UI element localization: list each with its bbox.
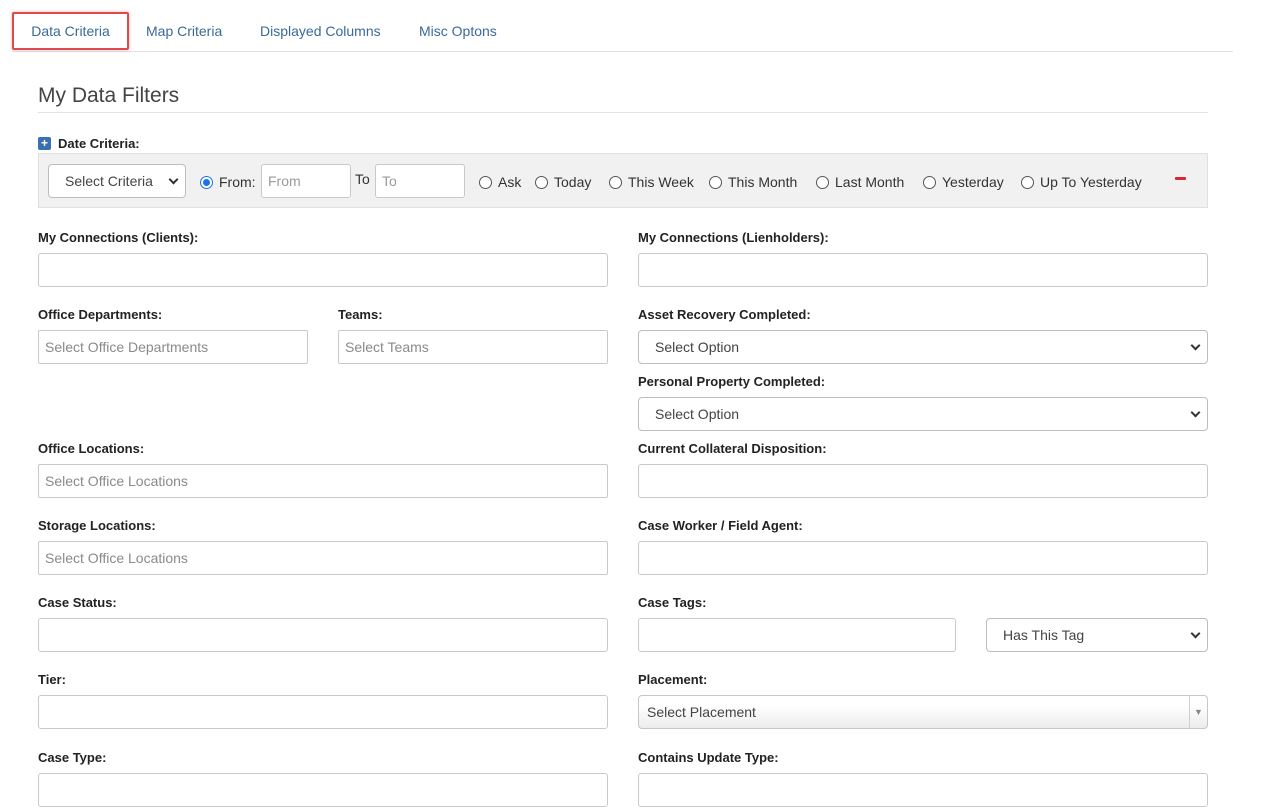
radio-from[interactable]: From: [200, 173, 256, 191]
storage-locations-label: Storage Locations: [38, 518, 156, 533]
radio-this-week[interactable]: This Week [609, 173, 694, 191]
asset-recovery-value: Select Option [655, 339, 740, 355]
teams-label: Teams: [338, 307, 383, 322]
radio-this-week-button[interactable] [609, 175, 622, 189]
placement-label: Placement: [638, 672, 708, 687]
teams-placeholder: Select Teams [345, 339, 429, 355]
date-criteria-label: Date Criteria: [58, 135, 140, 151]
radio-this-month-button[interactable] [709, 175, 722, 189]
storage-locations-placeholder: Select Office Locations [45, 550, 188, 566]
chevron-down-icon [1190, 628, 1201, 638]
placement-value: Select Placement [647, 704, 756, 720]
teams-input[interactable]: Select Teams [338, 330, 608, 364]
expand-plus-icon[interactable]: + [38, 136, 51, 150]
chevron-down-icon [1190, 340, 1201, 350]
radio-ask-button[interactable] [479, 175, 492, 189]
radio-yesterday-label: Yesterday [942, 174, 1004, 190]
to-date-input[interactable]: To [375, 164, 465, 198]
radio-this-month[interactable]: This Month [709, 173, 797, 191]
radio-today[interactable]: Today [535, 173, 591, 191]
storage-locations-input[interactable]: Select Office Locations [38, 541, 608, 575]
radio-up-to-yesterday-button[interactable] [1021, 175, 1034, 189]
tag-mode-value: Has This Tag [1003, 627, 1085, 643]
chevron-down-icon [168, 174, 179, 184]
update-type-input[interactable] [638, 773, 1208, 807]
case-status-label: Case Status: [38, 595, 117, 610]
radio-last-month-label: Last Month [835, 174, 905, 190]
radio-today-label: Today [554, 174, 592, 190]
personal-property-label: Personal Property Completed: [638, 374, 826, 389]
office-locations-label: Office Locations: [38, 441, 145, 456]
criteria-select[interactable]: Select Criteria [48, 164, 186, 198]
case-worker-label: Case Worker / Field Agent: [638, 518, 803, 533]
title-divider [38, 112, 1208, 113]
case-tags-input[interactable] [638, 618, 956, 652]
office-departments-label: Office Departments: [38, 307, 163, 322]
from-label: From: [219, 174, 256, 190]
radio-last-month-button[interactable] [816, 175, 829, 189]
tier-input[interactable] [38, 695, 608, 729]
radio-last-month[interactable]: Last Month [816, 173, 904, 191]
to-label: To [355, 171, 370, 187]
from-date-placeholder: From [268, 173, 301, 189]
personal-property-select[interactable]: Select Option [638, 397, 1208, 431]
case-tags-label: Case Tags: [638, 595, 707, 610]
update-type-label: Contains Update Type: [638, 750, 779, 765]
connections-clients-input[interactable] [38, 253, 608, 287]
page-title: My Data Filters [38, 84, 180, 107]
asset-recovery-label: Asset Recovery Completed: [638, 307, 811, 322]
to-date-placeholder: To [382, 173, 397, 189]
office-locations-input[interactable]: Select Office Locations [38, 464, 608, 498]
chevron-down-icon [1190, 407, 1201, 417]
radio-up-to-yesterday-label: Up To Yesterday [1040, 174, 1142, 190]
radio-today-button[interactable] [535, 175, 548, 189]
collateral-disposition-input[interactable] [638, 464, 1208, 498]
tab-misc-options[interactable]: Misc Optons [419, 12, 497, 50]
office-departments-input[interactable]: Select Office Departments [38, 330, 308, 364]
personal-property-value: Select Option [655, 406, 740, 422]
connections-lienholders-label: My Connections (Lienholders): [638, 230, 829, 245]
tab-bar-divider [12, 51, 1233, 52]
case-worker-input[interactable] [638, 541, 1208, 575]
office-departments-placeholder: Select Office Departments [45, 339, 209, 355]
office-locations-placeholder: Select Office Locations [45, 473, 188, 489]
case-type-input[interactable] [38, 773, 608, 807]
tag-mode-select[interactable]: Has This Tag [986, 618, 1208, 652]
from-date-input[interactable]: From [261, 164, 351, 198]
tab-data-criteria[interactable]: Data Criteria [12, 12, 129, 50]
case-type-label: Case Type: [38, 750, 107, 765]
radio-up-to-yesterday[interactable]: Up To Yesterday [1021, 173, 1142, 191]
collateral-disposition-label: Current Collateral Disposition: [638, 441, 827, 456]
remove-minus-icon[interactable] [1175, 177, 1186, 180]
dropdown-arrow-icon[interactable]: ▼ [1189, 696, 1207, 728]
tab-map-criteria[interactable]: Map Criteria [146, 12, 222, 50]
connections-lienholders-input[interactable] [638, 253, 1208, 287]
case-status-input[interactable] [38, 618, 608, 652]
radio-ask[interactable]: Ask [479, 173, 521, 191]
tier-label: Tier: [38, 672, 66, 687]
connections-clients-label: My Connections (Clients): [38, 230, 199, 245]
radio-this-month-label: This Month [728, 174, 798, 190]
radio-this-week-label: This Week [628, 174, 694, 190]
tab-displayed-columns[interactable]: Displayed Columns [260, 12, 381, 50]
radio-ask-label: Ask [498, 174, 522, 190]
asset-recovery-select[interactable]: Select Option [638, 330, 1208, 364]
radio-from-button[interactable] [200, 175, 213, 189]
radio-yesterday[interactable]: Yesterday [923, 173, 1004, 191]
placement-select[interactable]: Select Placement ▼ [638, 695, 1208, 729]
date-criteria-header[interactable]: + Date Criteria: [38, 134, 140, 152]
criteria-select-value: Select Criteria [65, 173, 153, 189]
radio-yesterday-button[interactable] [923, 175, 936, 189]
